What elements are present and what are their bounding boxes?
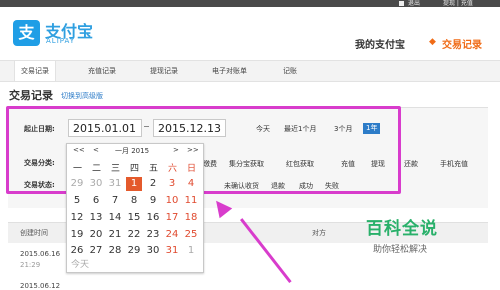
nav-my-alipay[interactable]: 我的支付宝	[355, 36, 405, 51]
calendar-day[interactable]: 29	[126, 244, 142, 258]
calendar-day[interactable]: 11	[183, 194, 199, 208]
calendar-day[interactable]: 28	[107, 244, 123, 258]
calendar-day[interactable]: 4	[183, 177, 199, 191]
page-title: 交易记录	[9, 89, 53, 102]
calendar-day-selected[interactable]: 1	[126, 177, 142, 191]
row-date: 2015.06.12	[20, 282, 61, 290]
tab-withdraw-records[interactable]: 提现记录	[150, 61, 178, 81]
calendar-day[interactable]: 8	[126, 194, 142, 208]
tab-bar: 交易记录 充值记录 提现记录 电子对账单 记账	[0, 60, 500, 82]
next-month-button[interactable]: >	[173, 146, 179, 154]
weekday-header: 二	[92, 164, 102, 174]
top-links[interactable]: 提现 | 充值	[443, 0, 473, 7]
today-button[interactable]: 今天	[71, 257, 89, 270]
watermark-subtitle: 助你轻松解决	[373, 245, 428, 255]
calendar-day[interactable]: 30	[145, 244, 161, 258]
row-time: 21:29	[20, 261, 41, 269]
calendar-day[interactable]: 10	[164, 194, 180, 208]
calendar-day[interactable]: 22	[126, 228, 142, 242]
calendar-day[interactable]: 26	[69, 244, 85, 258]
weekday-header: 日	[187, 164, 197, 174]
weekday-header: 五	[149, 164, 159, 174]
weekday-header: 一	[73, 164, 83, 174]
watermark-title: 百科全说	[366, 219, 438, 239]
calendar-day[interactable]: 6	[88, 194, 104, 208]
calendar-day[interactable]: 5	[69, 194, 85, 208]
date-picker: << < 一月 2015 > >> 一 二 三 四 五 六 日 29 30 31…	[66, 143, 204, 273]
weekday-header: 四	[130, 164, 140, 174]
calendar-day[interactable]: 19	[69, 228, 85, 242]
calendar-day[interactable]: 7	[107, 194, 123, 208]
calendar-day[interactable]: 25	[183, 228, 199, 242]
tab-e-statement[interactable]: 电子对账单	[212, 61, 247, 81]
logo-subtext: ALIPAY	[46, 37, 76, 45]
calendar-day[interactable]: 16	[145, 211, 161, 225]
calendar-day[interactable]: 23	[145, 228, 161, 242]
calendar-day[interactable]: 13	[88, 211, 104, 225]
weekday-header: 三	[111, 164, 121, 174]
col-created-time: 创建时间	[20, 229, 48, 237]
calendar-day[interactable]: 31	[164, 244, 180, 258]
diamond-icon: ◆	[429, 37, 436, 47]
next-year-button[interactable]: >>	[187, 146, 199, 154]
switch-advanced-link[interactable]: 切换到高级版	[61, 91, 103, 101]
calendar-title: 一月 2015	[115, 147, 150, 155]
calendar-day[interactable]: 30	[88, 177, 104, 191]
calendar-day[interactable]: 9	[145, 194, 161, 208]
calendar-day[interactable]: 24	[164, 228, 180, 242]
tab-bookkeeping[interactable]: 记账	[283, 61, 297, 81]
col-counterparty: 对方	[312, 229, 326, 237]
calendar-day[interactable]: 14	[107, 211, 123, 225]
category-phone-topup[interactable]: 手机充值	[440, 159, 468, 169]
tab-trade-records[interactable]: 交易记录	[14, 61, 56, 81]
square-icon	[399, 1, 404, 6]
calendar-day[interactable]: 2	[145, 177, 161, 191]
row-date: 2015.06.16	[20, 250, 61, 258]
prev-month-button[interactable]: <	[93, 146, 99, 154]
calendar-day[interactable]: 20	[88, 228, 104, 242]
nav-trade-records[interactable]: 交易记录	[442, 36, 482, 51]
calendar-day[interactable]: 31	[107, 177, 123, 191]
calendar-day[interactable]: 21	[107, 228, 123, 242]
category-repay[interactable]: 还款	[404, 159, 418, 169]
calendar-day[interactable]: 3	[164, 177, 180, 191]
calendar-day[interactable]: 15	[126, 211, 142, 225]
calendar-day[interactable]: 18	[183, 211, 199, 225]
calendar-day[interactable]: 27	[88, 244, 104, 258]
logout-link[interactable]: 退出	[408, 0, 420, 7]
alipay-logo-icon: 支	[13, 20, 40, 46]
prev-year-button[interactable]: <<	[73, 146, 85, 154]
top-bar: 退出 提现 | 充值	[0, 0, 500, 7]
calendar-day[interactable]: 12	[69, 211, 85, 225]
calendar-day[interactable]: 1	[183, 244, 199, 258]
tab-recharge-records[interactable]: 充值记录	[88, 61, 116, 81]
calendar-day[interactable]: 29	[69, 177, 85, 191]
weekday-header: 六	[168, 164, 178, 174]
calendar-day[interactable]: 17	[164, 211, 180, 225]
